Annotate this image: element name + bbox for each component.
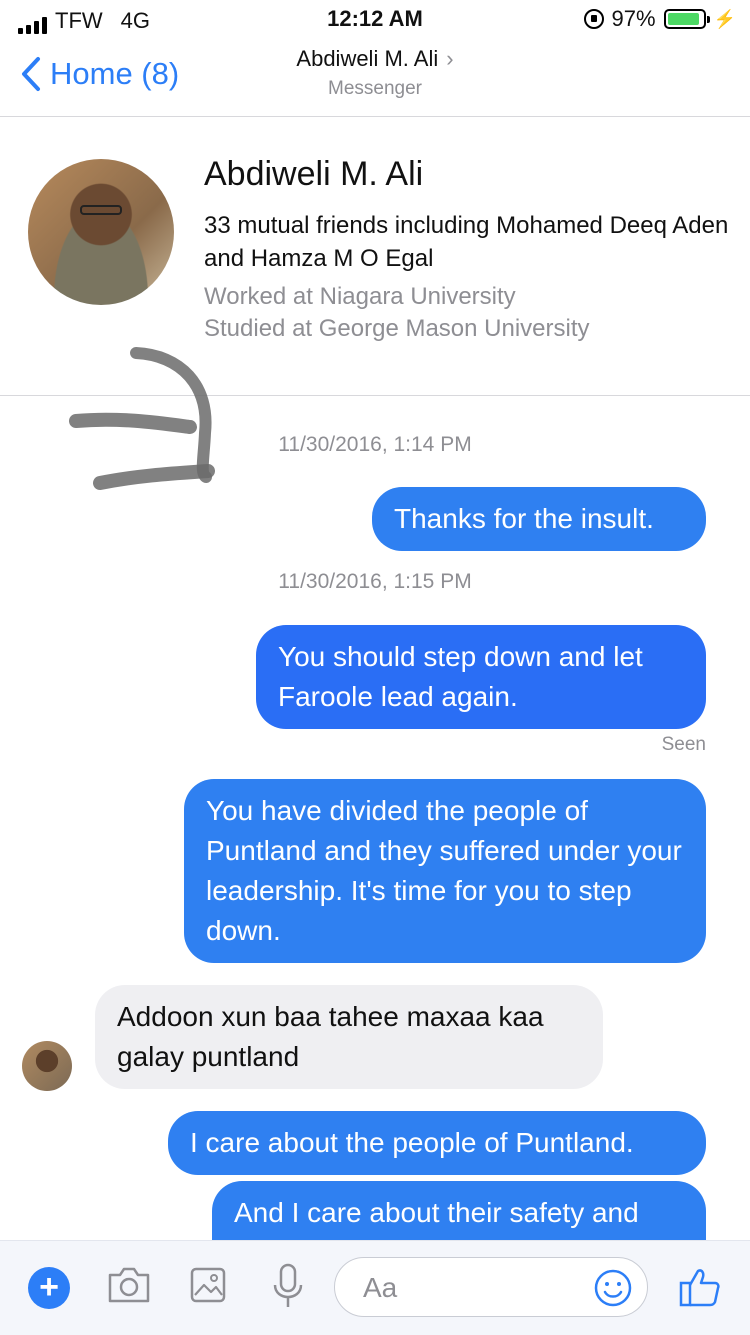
more-actions-button[interactable]: + — [28, 1267, 70, 1309]
profile-name: Abdiweli M. Ali — [204, 155, 424, 193]
rotation-lock-icon — [583, 9, 604, 29]
status-bar: TFW 4G 12:12 AM 97% ⚡ — [0, 0, 750, 40]
outgoing-message[interactable]: You have divided the people of Puntland … — [184, 779, 706, 963]
battery-icon — [663, 9, 710, 29]
incoming-message[interactable]: Addoon xun baa tahee maxaa kaa galay pun… — [95, 985, 603, 1089]
message-input-placeholder: Aa — [363, 1272, 398, 1303]
profile-avatar[interactable] — [28, 159, 174, 305]
composer-bar: + Aa — [0, 1240, 750, 1335]
message-input[interactable]: Aa — [334, 1257, 648, 1317]
mutual-friends: 33 mutual friends including Mohamed Deeq… — [204, 212, 729, 272]
message-timestamp: 11/30/2016, 1:15 PM — [278, 570, 472, 593]
profile-education: Studied at George Mason University — [204, 315, 590, 342]
nav-bar: Home (8) Abdiweli M. Ali › Messenger — [0, 40, 750, 117]
avatar-glasses — [80, 205, 122, 215]
status-right: 97% ⚡ — [583, 6, 736, 32]
sender-avatar[interactable] — [22, 1041, 72, 1091]
seen-indicator: Seen — [661, 734, 706, 755]
emoji-icon[interactable] — [593, 1268, 633, 1308]
outgoing-message[interactable]: Thanks for the insult. — [372, 487, 706, 551]
conversation-title[interactable]: Abdiweli M. Ali › — [0, 46, 750, 72]
scribble-annotation — [69, 347, 215, 490]
message-timestamp: 11/30/2016, 1:14 PM — [278, 433, 472, 456]
outgoing-message[interactable]: I care about the people of Puntland. — [168, 1111, 706, 1175]
battery-percent: 97% — [611, 6, 656, 31]
chevron-right-icon: › — [446, 46, 454, 71]
like-thumbs-up-icon[interactable] — [678, 1265, 722, 1309]
charging-icon: ⚡ — [713, 8, 736, 29]
gallery-icon[interactable] — [190, 1267, 226, 1303]
profile-work: Worked at Niagara University — [204, 283, 516, 310]
conversation-title-text: Abdiweli M. Ali — [296, 46, 439, 71]
outgoing-message[interactable]: You should step down and let Faroole lea… — [256, 625, 706, 729]
conversation-subtitle: Messenger — [328, 78, 422, 99]
camera-icon[interactable] — [106, 1265, 152, 1305]
microphone-icon[interactable] — [272, 1263, 304, 1311]
